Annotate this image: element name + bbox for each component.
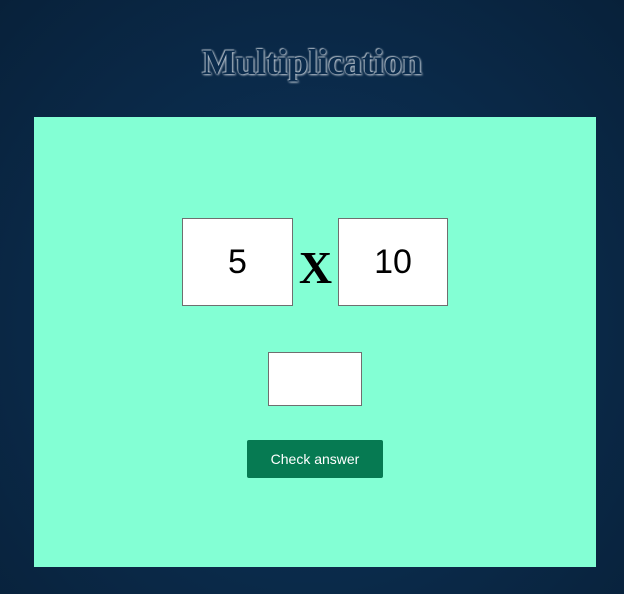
operand-a-value: 5 [228,242,247,281]
operand-a-box: 5 [182,218,293,306]
answer-input[interactable] [268,352,362,406]
multiplication-sign: X [298,241,333,293]
operand-b-value: 10 [374,242,412,281]
quiz-panel: 5 X 10 Check answer [34,117,596,567]
operand-b-box: 10 [338,218,448,306]
check-answer-button[interactable]: Check answer [247,440,383,478]
page-title: Multiplication [201,42,422,82]
